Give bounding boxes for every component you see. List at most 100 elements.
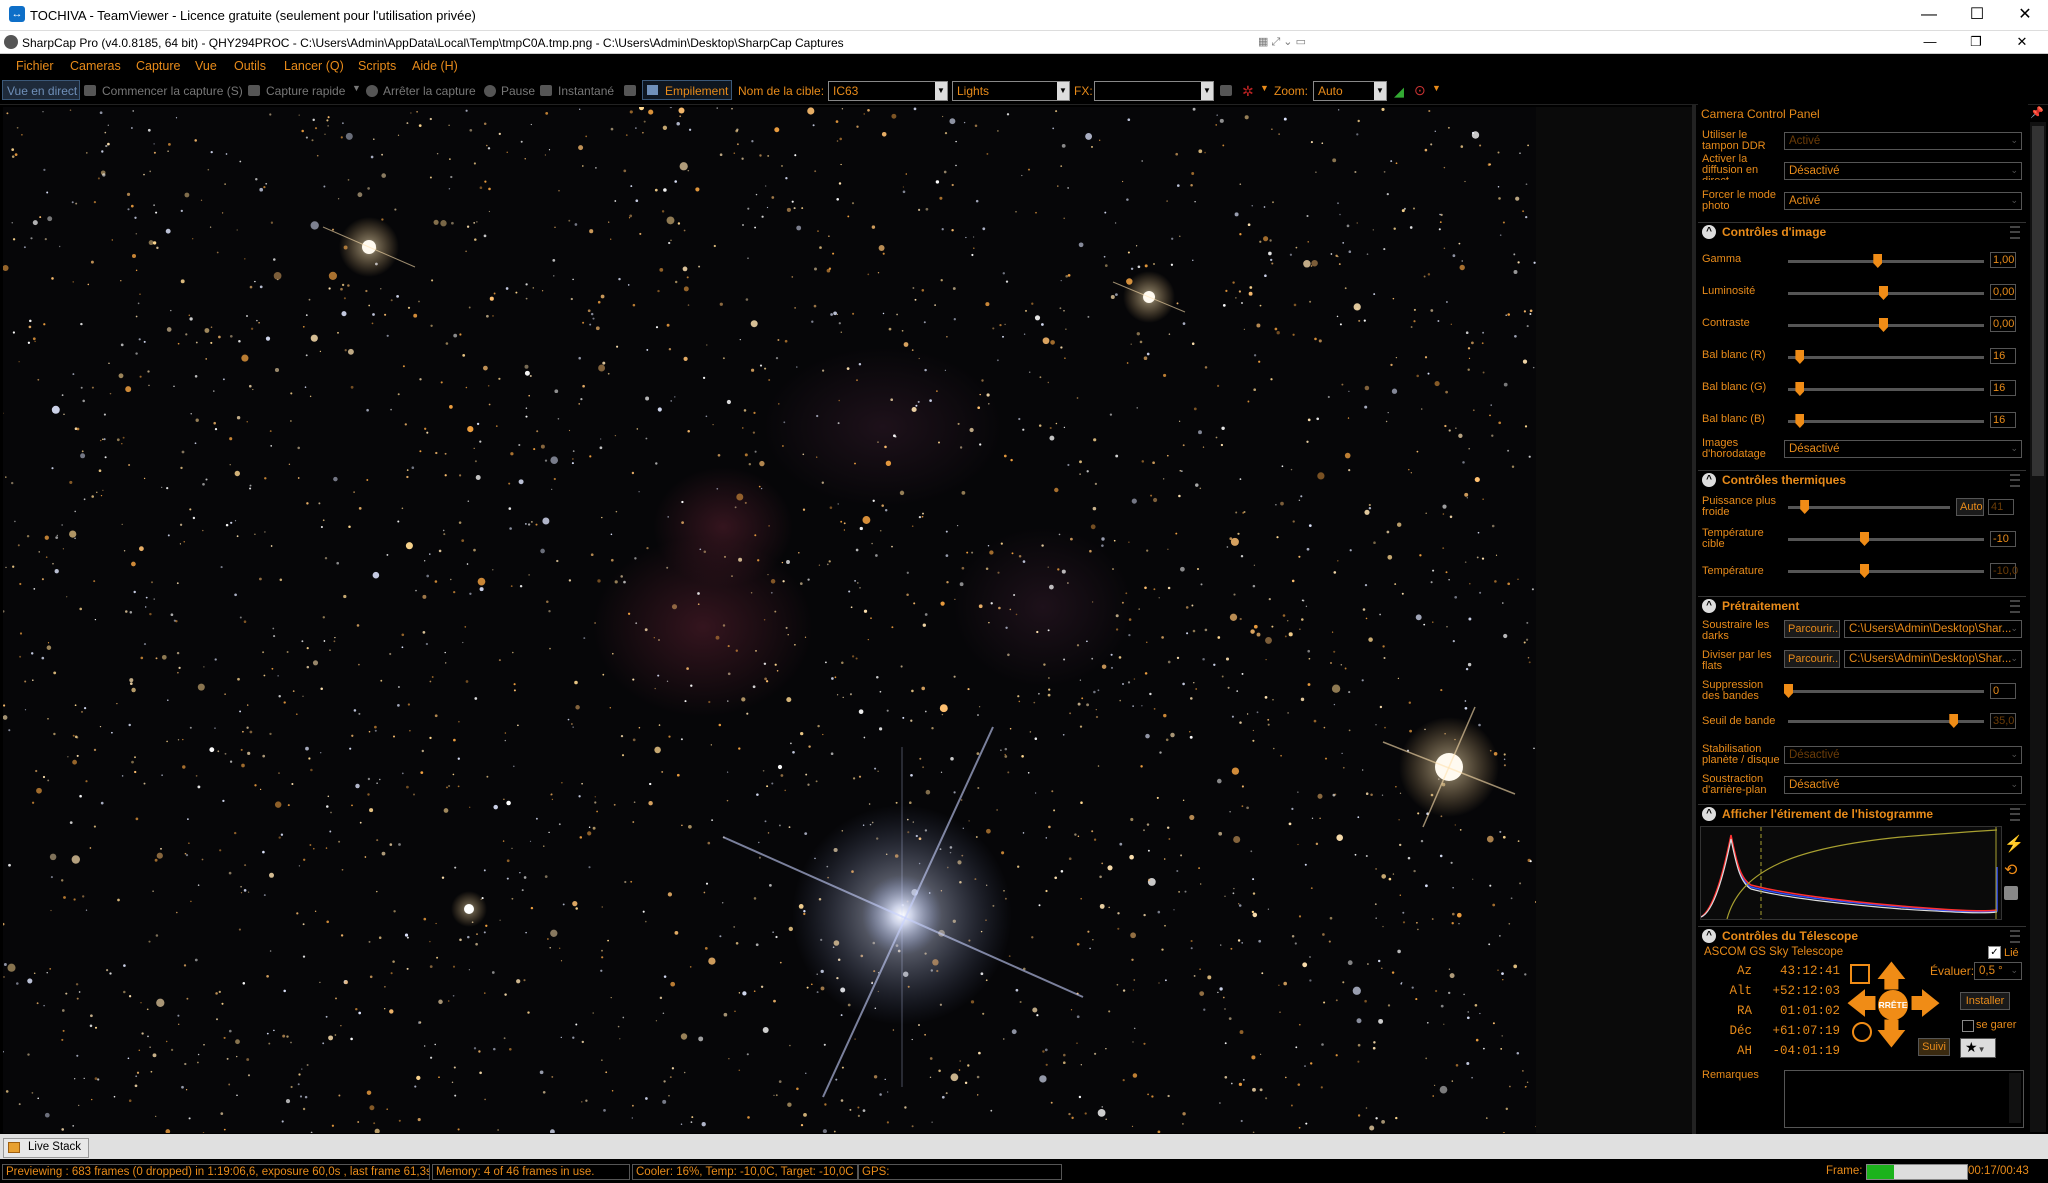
target-name-combo[interactable]: IC63 ▼ — [828, 81, 948, 101]
menu-vue[interactable]: Vue — [195, 59, 217, 73]
stop-button[interactable]: RRÊTE — [1878, 990, 1908, 1020]
menu-scripts[interactable]: Scripts — [358, 59, 396, 73]
frame-type-combo[interactable]: Lights ▼ — [952, 81, 1070, 101]
banding-value[interactable]: 0 — [1990, 683, 2016, 699]
cooler-power-track[interactable] — [1788, 506, 1950, 509]
fx-settings-icon[interactable] — [1220, 85, 1232, 96]
start-capture-button[interactable]: Commencer la capture (S) — [102, 84, 243, 98]
stop-capture-button[interactable]: Arrêter la capture — [383, 84, 476, 98]
auto-stretch-icon[interactable]: ⚡ — [2004, 834, 2024, 854]
panel-scrollbar[interactable] — [2030, 122, 2046, 1132]
banding-slider-thumb[interactable] — [1784, 684, 1793, 698]
live-view-button[interactable]: Vue en direct — [2, 80, 80, 100]
sharpcap-minimize-button[interactable]: — — [1912, 31, 1948, 53]
center-target-icon[interactable] — [1852, 1022, 1872, 1042]
menu-cameras[interactable]: Cameras — [70, 59, 121, 73]
image-control-value[interactable]: 16 — [1990, 348, 2016, 364]
cooler-power-slider-thumb[interactable] — [1800, 500, 1810, 514]
menu-capture[interactable]: Capture — [136, 59, 180, 73]
goto-home-icon[interactable] — [1850, 964, 1870, 984]
image-control-slider-thumb[interactable] — [1795, 382, 1805, 396]
east-arrow-button[interactable]: 🡆 — [1910, 990, 1941, 1020]
preprocessing-header[interactable]: ^ Prétraitement — [1698, 596, 2026, 615]
target-temp-value[interactable]: -10 — [1990, 531, 2016, 547]
image-viewer[interactable] — [3, 107, 1536, 1133]
section-menu-icon[interactable] — [2010, 600, 2020, 613]
quick-capture-dropdown-icon[interactable]: ▼ — [352, 83, 361, 93]
favorites-star-icon[interactable]: ★▼ — [1960, 1038, 1996, 1058]
live-streaming-select[interactable]: Désactivé ⌄ — [1784, 162, 2022, 180]
north-arrow-button[interactable]: 🡅 — [1876, 962, 1907, 992]
image-control-slider-thumb[interactable] — [1873, 254, 1883, 268]
image-control-value[interactable]: 16 — [1990, 412, 2016, 428]
image-control-slider-thumb[interactable] — [1795, 414, 1805, 428]
target-temp-track[interactable] — [1788, 538, 1984, 541]
histogram-icon[interactable]: ◢ — [1394, 84, 1404, 100]
section-menu-icon[interactable] — [2010, 226, 2020, 239]
reset-icon[interactable]: ⟲ — [2004, 860, 2017, 880]
image-control-value[interactable]: 16 — [1990, 380, 2016, 396]
ddr-buffer-select[interactable]: Activé ⌄ — [1784, 132, 2022, 150]
thermal-controls-header[interactable]: ^ Contrôles thermiques — [1698, 470, 2026, 489]
display-icon[interactable] — [624, 85, 636, 96]
photo-mode-select[interactable]: Activé ⌄ — [1784, 192, 2022, 210]
menu-fichier[interactable]: Fichier — [16, 59, 54, 73]
save-icon[interactable] — [2004, 886, 2018, 900]
target-temp-slider-thumb[interactable] — [1860, 532, 1869, 546]
image-control-track[interactable] — [1788, 356, 1984, 359]
west-arrow-button[interactable]: 🡄 — [1846, 990, 1877, 1020]
image-control-slider-thumb[interactable] — [1879, 286, 1888, 300]
section-menu-icon[interactable] — [2010, 930, 2020, 943]
image-control-slider-thumb[interactable] — [1795, 350, 1805, 364]
tracking-button[interactable]: Suivi — [1918, 1038, 1950, 1056]
snapshot-button[interactable]: Instantané — [558, 84, 614, 98]
sharpcap-restore-button[interactable]: ❐ — [1958, 31, 1994, 53]
flats-path-select[interactable]: C:\Users\Admin\Desktop\Shar... ⌄ — [1844, 650, 2022, 668]
install-button[interactable]: Installer — [1960, 992, 2010, 1010]
pause-button[interactable]: Pause — [501, 84, 535, 98]
reticule-icon[interactable]: ✲ — [1242, 83, 1254, 100]
telescope-header[interactable]: ^ Contrôles du Télescope — [1698, 926, 2026, 945]
darks-path-select[interactable]: C:\Users\Admin\Desktop\Shar... ⌄ — [1844, 620, 2022, 638]
cooler-auto-button[interactable]: Auto — [1956, 498, 1984, 516]
menu-outils[interactable]: Outils — [234, 59, 266, 73]
flats-browse-button[interactable]: Parcourir... — [1784, 650, 1840, 668]
park-checkbox[interactable] — [1962, 1020, 1974, 1032]
zoom-combo[interactable]: Auto ▼ — [1313, 81, 1387, 101]
teamviewer-session-toolbar-icon[interactable]: ▦ ⤢ ⌄ ▭ — [1258, 35, 1318, 49]
image-control-track[interactable] — [1788, 388, 1984, 391]
timestamp-select[interactable]: Désactivé ⌄ — [1784, 440, 2022, 458]
image-controls-header[interactable]: ^ Contrôles d'image — [1698, 222, 2026, 241]
fx-combo[interactable]: ▼ — [1094, 81, 1214, 101]
image-control-slider-thumb[interactable] — [1879, 318, 1888, 332]
image-control-track[interactable] — [1788, 420, 1984, 423]
linked-checkbox[interactable]: ✓ — [1988, 946, 2001, 959]
histogram-display[interactable] — [1700, 826, 2002, 920]
rate-select[interactable]: 0,5 ° ⌄ — [1974, 962, 2022, 980]
darks-browse-button[interactable]: Parcourir... — [1784, 620, 1840, 638]
section-menu-icon[interactable] — [2010, 474, 2020, 487]
menu-lancer[interactable]: Lancer (Q) — [284, 59, 344, 73]
notes-textarea[interactable] — [1784, 1070, 2024, 1128]
maximize-button[interactable]: ☐ — [1954, 0, 2000, 30]
south-arrow-button[interactable]: 🡇 — [1876, 1020, 1907, 1050]
threshold-slider-thumb[interactable] — [1949, 714, 1959, 728]
quick-capture-button[interactable]: Capture rapide — [266, 84, 345, 98]
image-control-value[interactable]: 0,00 — [1990, 316, 2016, 332]
notes-scrollbar[interactable] — [2009, 1073, 2021, 1123]
section-menu-icon[interactable] — [2010, 808, 2020, 821]
minimize-button[interactable]: — — [1906, 0, 1952, 30]
panel-scrollbar-thumb[interactable] — [2032, 126, 2044, 476]
histogram-header[interactable]: ^ Afficher l'étirement de l'histogramme — [1698, 804, 2026, 823]
image-control-value[interactable]: 1,00 — [1990, 252, 2016, 268]
sharpcap-close-button[interactable]: ✕ — [2004, 31, 2040, 53]
menu-aide[interactable]: Aide (H) — [412, 59, 458, 73]
image-control-value[interactable]: 0,00 — [1990, 284, 2016, 300]
banding-track[interactable] — [1788, 690, 1984, 693]
focus-assist-icon[interactable]: ⊙ — [1414, 82, 1426, 99]
background-sub-select[interactable]: Désactivé ⌄ — [1784, 776, 2022, 794]
stacking-button[interactable]: Empilement — [642, 80, 732, 100]
panel-splitter[interactable] — [1692, 104, 1696, 1134]
stabilisation-select[interactable]: Désactivé ⌄ — [1784, 746, 2022, 764]
pin-icon[interactable]: 📌 — [2030, 106, 2044, 119]
